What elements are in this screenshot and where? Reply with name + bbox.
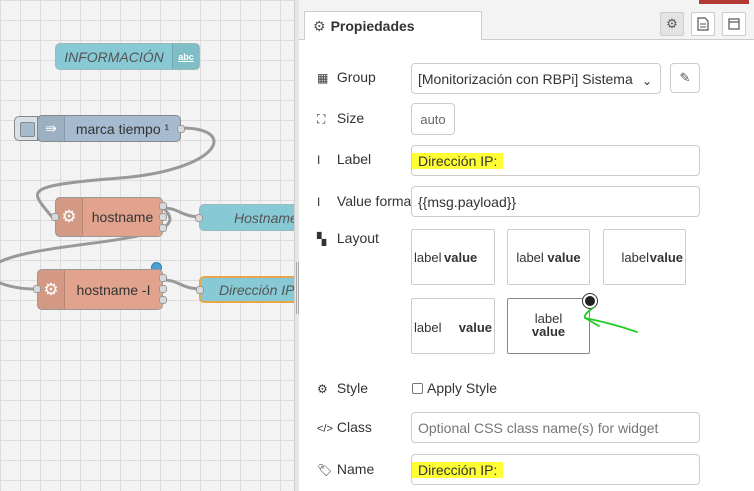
edit-group-button[interactable]: ✎ [670,63,700,93]
value-format-value: {{msg.payload}} [418,193,517,210]
layout-option-label: label [516,249,544,265]
layout-option-label: label [621,250,649,265]
grid-icon: ▚ [317,232,327,246]
apply-style-checkbox[interactable] [412,383,423,394]
layout-option-4[interactable]: label value [411,298,495,354]
output-port-3[interactable] [159,224,167,232]
appearance-button[interactable] [722,12,746,36]
inject-button[interactable] [14,116,38,141]
hostname-text-node[interactable]: Hostname [195,204,295,231]
group-select-value: [Monitorización con RBPi] Sistema [418,70,633,87]
name-input[interactable]: Dirección IP: [411,454,700,485]
flow-workspace[interactable]: INFORMACIÓN abc ⇛ marca tiempo ¹ ⚙ hostn… [0,0,295,491]
name-input-value: Dirección IP: [412,461,504,478]
output-port[interactable] [177,125,185,133]
class-row-label: </> Class [317,419,372,435]
input-port[interactable] [33,285,41,293]
layout-label-text: Layout [336,230,379,246]
class-label-text: Class [336,419,372,435]
node-label: hostname -I [76,281,151,298]
layout-option-value: value [649,250,683,265]
group-row-label: ▦ Group [317,69,376,85]
layout-option-label: label [414,250,442,265]
marca-tiempo-node[interactable]: ⇛ marca tiempo ¹ [37,115,185,142]
green-arrow-annotation [583,307,638,333]
gear-icon: ⚙ [56,198,83,236]
gear-icon: ⚙ [666,16,678,31]
style-row-label: ⚙ Style [317,380,368,396]
node-label: hostname [91,209,154,225]
output-port-1[interactable] [159,202,167,210]
arrow-in-icon: ⇛ [38,116,65,141]
format-row-label: I Value format [317,193,415,209]
output-port-2[interactable] [159,213,167,221]
node-label: marca tiempo ¹ [75,120,170,137]
class-input[interactable] [411,412,700,443]
node-label: Hostname [234,209,295,226]
chevron-down-icon: ⌄ [641,74,652,88]
hostname-i-exec-node[interactable]: ⚙ hostname -I [33,269,167,310]
name-label-text: Name [336,461,375,477]
description-button[interactable] [691,12,715,36]
node-editor-tray: ⚙ Propiedades ⚙ ▦ Group [Monitorización c… [299,0,754,491]
document-icon [697,17,709,31]
info-comment-node[interactable]: INFORMACIÓN abc [55,43,200,70]
layout-row-label: ▚ Layout [317,230,379,246]
tab-properties-label: Propiedades [330,18,415,34]
editor-tabs: ⚙ Propiedades ⚙ [299,8,754,40]
layout-option-label: label [414,320,442,335]
node-label: INFORMACIÓN [64,48,164,65]
layout-option-value: value [547,249,581,265]
output-port-3[interactable] [159,296,167,304]
size-value: auto [420,111,446,127]
size-button[interactable]: auto [411,103,455,135]
text-cursor-icon: I [317,153,321,167]
hostname-exec-node[interactable]: ⚙ hostname [51,197,167,237]
tag-icon: 🏷 [317,463,333,477]
input-port[interactable] [196,286,204,294]
label-input[interactable]: Dirección IP: [411,145,700,176]
size-label-text: Size [336,110,365,126]
label-input-value: Dirección IP: [412,152,504,169]
format-label-text: Value format [336,193,416,209]
label-label-text: Label [336,151,372,167]
code-icon: </> [317,423,333,435]
tab-properties[interactable]: ⚙ Propiedades [304,11,482,40]
resize-icon: ⛶ [317,112,326,126]
layout-option-3[interactable]: label value [603,229,686,285]
direccion-ip-text-node[interactable]: Dirección IP: [196,276,295,303]
output-port-1[interactable] [159,274,167,282]
node-label: Dirección IP: [219,281,295,298]
apply-style-label[interactable]: Apply Style [427,380,497,396]
wires [0,126,216,291]
inject-button-square [20,122,35,137]
input-port[interactable] [51,213,59,221]
output-port-2[interactable] [159,285,167,293]
group-label-text: Group [336,69,376,85]
value-format-input[interactable]: {{msg.payload}} [411,186,700,217]
properties-gear-button[interactable]: ⚙ [660,12,684,36]
group-select[interactable]: [Monitorización con RBPi] Sistema ⌄ [411,63,661,94]
size-row-label: ⛶ Size [317,110,364,127]
label-row-label: I Label [317,151,371,167]
layout-option-value: value [458,320,492,335]
gear-icon: ⚙ [313,18,326,34]
name-row-label: 🏷 Name [317,461,374,477]
gear-icon: ⚙ [317,382,328,396]
layout-option-value: value [444,250,478,265]
input-port[interactable] [195,214,203,222]
layout-option-2[interactable]: label value [507,229,590,285]
window-icon [728,18,740,30]
gear-icon: ⚙ [38,270,65,309]
style-label-text: Style [336,380,369,396]
abc-icon: abc [172,44,199,69]
pencil-icon: ✎ [679,70,691,85]
text-cursor-icon: I [317,195,321,209]
table-icon: ▦ [317,71,329,85]
layout-option-1[interactable]: label value [411,229,495,285]
deploy-button-edge[interactable] [699,0,749,4]
